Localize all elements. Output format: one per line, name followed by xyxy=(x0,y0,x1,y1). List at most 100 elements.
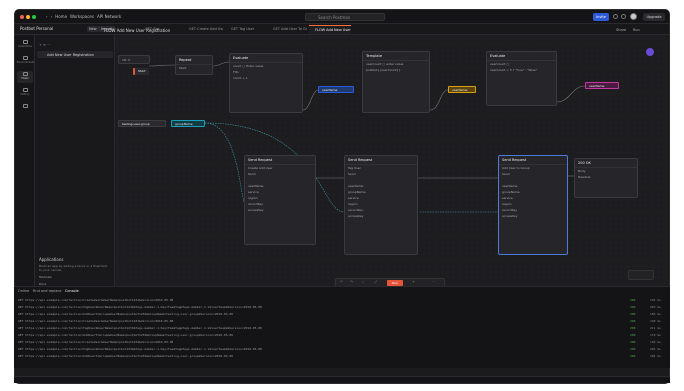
status-code: 200 xyxy=(630,326,636,330)
tab-tag-user[interactable]: GET Tag User xyxy=(225,25,265,34)
status-code: 200 xyxy=(630,333,636,337)
minimap[interactable] xyxy=(628,270,654,280)
rail-history[interactable]: History xyxy=(17,87,33,99)
testing-group-node[interactable]: testing-user-group xyxy=(118,120,166,127)
console-log-5[interactable]: GET https://api.example.com/?action=AddU… xyxy=(18,333,233,337)
req2-title: Send Request xyxy=(345,156,417,165)
bell-icon[interactable] xyxy=(621,14,626,19)
status-bar xyxy=(14,376,670,383)
evaluate-node-2[interactable]: Evaluate userCount ▢ userCount < 5 ? "tr… xyxy=(486,51,557,106)
console-panel: Online Find and replace Console GET http… xyxy=(14,286,670,368)
environments-icon xyxy=(22,56,28,60)
maximize-icon[interactable] xyxy=(32,14,36,19)
new-button[interactable]: New xyxy=(87,26,99,32)
collections-icon xyxy=(22,40,28,44)
invite-button[interactable]: Invite xyxy=(593,13,609,21)
settings-icon[interactable] xyxy=(613,14,618,19)
group-name-pill[interactable]: groupName xyxy=(171,120,205,127)
req2-send: Send xyxy=(348,172,356,176)
postbot-icon[interactable] xyxy=(646,48,654,56)
rail-environments[interactable]: Environments xyxy=(17,55,34,67)
duration: 195 ms xyxy=(650,298,661,302)
status-code: 200 xyxy=(630,347,636,351)
console-log-7[interactable]: GET https://api.example.com/?action=TagU… xyxy=(18,347,262,351)
flows-icon xyxy=(22,72,28,76)
output-pill[interactable]: userName xyxy=(585,82,619,89)
console-tab-console[interactable]: Console xyxy=(65,289,79,293)
status-code: 200 xyxy=(630,319,636,323)
upgrade-button[interactable]: Upgrade xyxy=(643,13,665,21)
more-icon[interactable]: ⋯ xyxy=(432,280,436,284)
tab-create-add-user[interactable]: GET Create Add User xyxy=(183,25,223,34)
req3-field-5: accessKey xyxy=(502,214,518,218)
evaluate-expr: count + 1 xyxy=(233,76,248,80)
repeat-title: Repeat xyxy=(176,56,212,65)
evaluate-pill[interactable]: userName xyxy=(448,86,476,93)
search-input[interactable]: Search Postman xyxy=(305,13,385,21)
undo-icon[interactable]: ↶ xyxy=(340,280,343,284)
close-icon[interactable] xyxy=(20,14,24,19)
rail-flows[interactable]: Flows xyxy=(17,71,33,83)
nav-workspaces[interactable]: Workspaces xyxy=(70,14,94,19)
evaluate-title-2: Evaluate xyxy=(487,52,556,61)
share-button[interactable]: Share xyxy=(616,28,626,32)
console-log-6[interactable]: GET https://api.example.com/?action=Crea… xyxy=(18,340,173,344)
avatar[interactable] xyxy=(630,13,637,20)
rail-more[interactable] xyxy=(17,103,33,115)
status-code: 200 xyxy=(630,298,636,302)
tutorials-link[interactable]: Tutorials xyxy=(39,275,52,279)
forward-icon[interactable]: › xyxy=(51,14,53,19)
input-value: 1D: 5 xyxy=(122,58,131,62)
repeat-node[interactable]: Repeat Start xyxy=(175,55,213,75)
grid-icon xyxy=(22,104,28,108)
console-log-1[interactable]: GET https://api.example.com/?action=TagU… xyxy=(18,305,262,309)
nav-home[interactable]: Home xyxy=(55,14,67,19)
req3-send: Send xyxy=(502,172,510,176)
console-tab-find[interactable]: Find and replace xyxy=(33,289,62,293)
input-node[interactable]: 1D: 5 xyxy=(118,55,150,64)
back-icon[interactable]: ‹ xyxy=(46,14,48,19)
console-log-2[interactable]: GET https://api.example.com/?action=AddU… xyxy=(18,312,233,316)
minimize-icon[interactable] xyxy=(26,14,30,19)
duration: 190 ms xyxy=(650,319,661,323)
console-log-0[interactable]: GET https://api.example.com/?action=Crea… xyxy=(18,298,173,302)
send-request-node-1[interactable]: Send Request Create Add User Send userNa… xyxy=(244,155,316,245)
output-status: 200 OK xyxy=(575,159,637,168)
status-code: 200 xyxy=(630,354,636,358)
duration: 205 ms xyxy=(650,347,661,351)
send-request-node-3[interactable]: Send Request Add User to Group Send user… xyxy=(498,155,568,255)
template-body: postbot{{userCount}} xyxy=(366,68,401,72)
left-rail: Collections Environments Flows History xyxy=(15,35,35,295)
rail-collections[interactable]: Collections xyxy=(17,39,33,51)
duration: 203 ms xyxy=(650,305,661,309)
tab-add-user-to-group[interactable]: GET Add User To Group xyxy=(267,25,307,34)
sidebar-item-flow[interactable]: Add New User Registration xyxy=(47,53,94,57)
add-block-icon[interactable]: + xyxy=(412,280,415,284)
tab-flow[interactable]: FLOW Add New User Regi xyxy=(309,25,351,34)
duration: 186 ms xyxy=(650,312,661,316)
req2-field-5: accessKey xyxy=(348,214,364,218)
status-code: 200 xyxy=(630,340,636,344)
console-log-4[interactable]: GET https://api.example.com/?action=TagU… xyxy=(18,326,262,330)
duration: 178 ms xyxy=(650,333,661,337)
evaluate-title-1: Evaluate xyxy=(230,54,302,63)
duration: 211 ms xyxy=(650,326,661,330)
fit-icon[interactable]: ⤢ xyxy=(374,280,377,284)
redo-icon[interactable]: ↷ xyxy=(350,280,353,284)
run-status[interactable]: Run xyxy=(633,28,640,32)
duration: 199 ms xyxy=(650,340,661,344)
template-node[interactable]: Template userCount ▢ enter value postbot… xyxy=(362,51,430,113)
applications-title: Applications xyxy=(39,257,64,262)
send-request-node-2[interactable]: Send Request Tag User Send userName grou… xyxy=(344,155,418,255)
nav-api-network[interactable]: API Network xyxy=(97,14,121,19)
workspace-name[interactable]: Postbot Personal xyxy=(20,26,53,31)
start-node[interactable]: Start xyxy=(133,68,149,75)
zoom-icon[interactable]: ⌕ xyxy=(362,280,364,284)
output-node[interactable]: 200 OK Body Headers xyxy=(574,158,638,198)
evaluate-node-1[interactable]: Evaluate count ▢ Enter value FQL count +… xyxy=(229,53,303,113)
console-log-8[interactable]: GET https://api.example.com/?action=AddU… xyxy=(18,354,233,358)
console-log-3[interactable]: GET https://api.example.com/?action=Crea… xyxy=(18,319,173,323)
count-output-pill[interactable]: userName xyxy=(318,86,354,93)
sidebar-toolbar: + ≡ ··· xyxy=(39,43,51,47)
console-tab-online[interactable]: Online xyxy=(18,289,29,293)
